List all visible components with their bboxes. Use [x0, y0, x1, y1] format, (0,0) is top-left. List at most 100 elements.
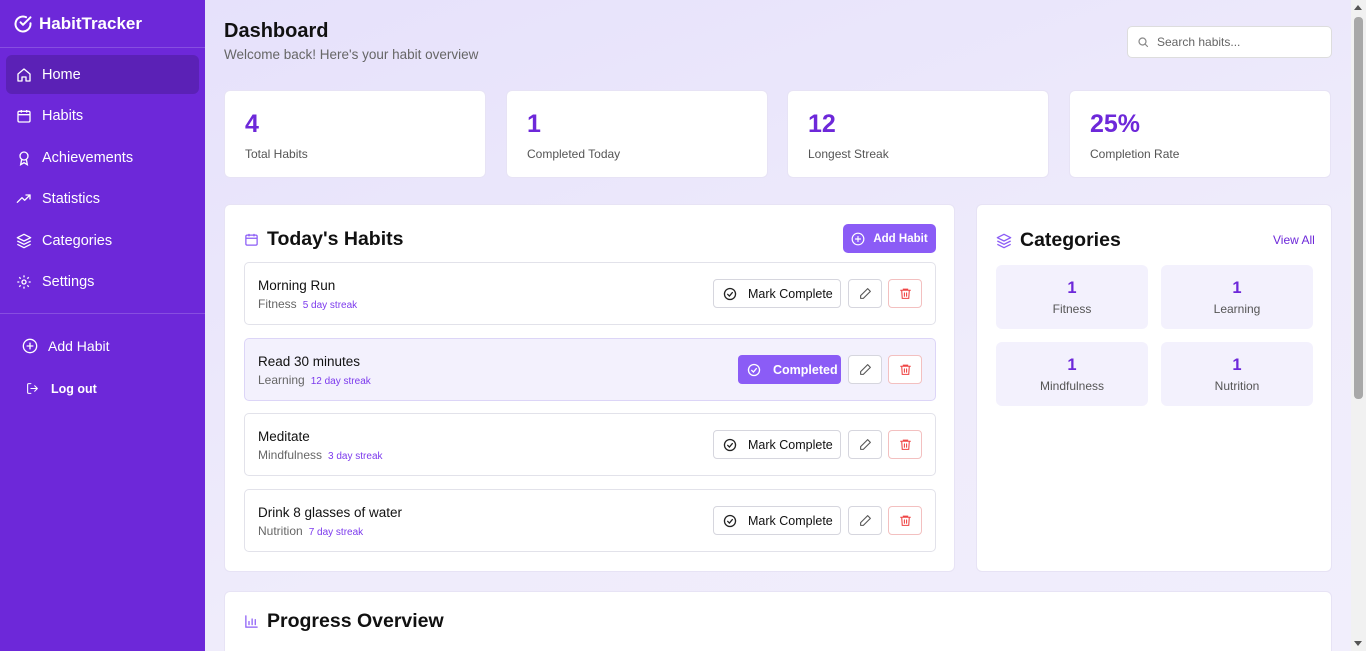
edit-button[interactable] — [848, 355, 882, 384]
stat-label: Completion Rate — [1090, 147, 1180, 161]
stat-value: 4 — [245, 110, 259, 138]
home-icon — [16, 67, 32, 83]
todays-habits-card: Today's Habits Add Habit Morning Run Fit… — [224, 204, 955, 572]
habit-category: Mindfulness — [258, 448, 323, 462]
page-scrollbar[interactable] — [1351, 0, 1366, 651]
brand[interactable]: HabitTracker — [0, 0, 205, 48]
habit-item-morning-run: Morning Run Fitness 5 day streak Mark Co… — [244, 262, 936, 325]
completed-button[interactable]: Completed — [738, 355, 841, 384]
todays-habits-title: Today's Habits — [244, 228, 403, 251]
page-subtitle: Welcome back! Here's your habit overview — [224, 47, 479, 62]
check-circle-icon — [14, 15, 32, 32]
category-name: Mindfulness — [1039, 379, 1105, 393]
sidebar-item-categories[interactable]: Categories — [6, 221, 199, 260]
mark-complete-label: Mark Complete — [748, 513, 833, 528]
calendar-icon — [16, 108, 32, 124]
sidebar-item-statistics[interactable]: Statistics — [6, 180, 199, 219]
gear-icon — [16, 274, 32, 290]
category-count: 1 — [1232, 356, 1242, 374]
categories-heading: Categories — [1020, 229, 1121, 251]
sidebar-item-label: Settings — [42, 274, 95, 291]
sidebar-add-habit-label: Add Habit — [48, 337, 110, 354]
edit-button[interactable] — [848, 430, 882, 459]
plus-circle-icon — [22, 338, 38, 354]
check-circle-icon — [723, 514, 737, 528]
search-icon — [1137, 36, 1149, 48]
check-circle-icon — [723, 287, 737, 301]
sidebar-item-habits[interactable]: Habits — [6, 97, 199, 136]
pencil-icon — [859, 287, 872, 300]
habit-streak: 12 day streak — [310, 376, 371, 387]
mark-complete-button[interactable]: Mark Complete — [713, 506, 841, 535]
category-tile-mindfulness[interactable]: 1 Mindfulness — [996, 342, 1148, 406]
sidebar-add-habit-button[interactable]: Add Habit — [22, 331, 205, 361]
stat-label: Completed Today — [527, 147, 621, 161]
trending-up-icon — [16, 191, 32, 207]
pencil-icon — [859, 514, 872, 527]
habit-streak: 3 day streak — [328, 451, 383, 462]
delete-button[interactable] — [888, 430, 922, 459]
trash-icon — [899, 363, 912, 376]
add-habit-button[interactable]: Add Habit — [843, 224, 936, 253]
sidebar-item-label: Achievements — [42, 149, 134, 166]
plus-circle-icon — [851, 232, 865, 246]
trash-icon — [899, 514, 912, 527]
scroll-down-arrow[interactable] — [1354, 641, 1362, 646]
habit-streak: 5 day streak — [302, 300, 358, 311]
edit-button[interactable] — [848, 279, 882, 308]
category-count: 1 — [1067, 279, 1077, 297]
category-name: Nutrition — [1214, 379, 1260, 393]
habit-name: Read 30 minutes — [258, 354, 361, 369]
trash-icon — [899, 287, 912, 300]
scroll-up-arrow[interactable] — [1354, 5, 1362, 10]
sidebar-item-settings[interactable]: Settings — [6, 263, 199, 302]
bar-chart-icon — [244, 614, 259, 629]
calendar-icon — [244, 232, 259, 247]
mark-complete-button[interactable]: Mark Complete — [713, 430, 841, 459]
stat-card-total-habits: 4 Total Habits — [224, 90, 486, 178]
habit-meta: Fitness 5 day streak — [258, 297, 357, 311]
sidebar-item-achievements[interactable]: Achievements — [6, 138, 199, 177]
mark-complete-button[interactable]: Mark Complete — [713, 279, 841, 308]
habit-name: Meditate — [258, 429, 310, 444]
page-title: Dashboard — [224, 20, 329, 42]
habit-item-drink-water: Drink 8 glasses of water Nutrition 7 day… — [244, 489, 936, 552]
category-tile-fitness[interactable]: 1 Fitness — [996, 265, 1148, 329]
sidebar-item-home[interactable]: Home — [6, 55, 199, 94]
add-habit-label: Add Habit — [873, 232, 928, 245]
stat-value: 12 — [808, 110, 836, 138]
view-all-link[interactable]: View All — [1273, 233, 1315, 247]
logout-button[interactable]: Log out — [26, 374, 205, 404]
pencil-icon — [859, 438, 872, 451]
category-name: Fitness — [1052, 302, 1092, 316]
stat-label: Total Habits — [245, 147, 308, 161]
categories-card: Categories View All 1 Fitness 1 Learning… — [976, 204, 1332, 572]
sidebar-item-label: Habits — [42, 108, 84, 125]
habit-category: Learning — [258, 373, 305, 387]
sidebar: HabitTracker Home Habits Achievements St… — [0, 0, 205, 651]
todays-habits-heading: Today's Habits — [267, 228, 404, 250]
habit-streak: 7 day streak — [308, 527, 364, 538]
category-tile-nutrition[interactable]: 1 Nutrition — [1161, 342, 1313, 406]
categories-title: Categories — [996, 229, 1121, 252]
check-circle-icon — [747, 363, 761, 377]
completed-label: Completed — [773, 362, 838, 377]
habit-category: Fitness — [258, 297, 297, 311]
delete-button[interactable] — [888, 506, 922, 535]
stat-value: 1 — [527, 110, 541, 138]
layers-icon — [16, 233, 32, 249]
delete-button[interactable] — [888, 279, 922, 308]
habit-meta: Nutrition 7 day streak — [258, 524, 363, 538]
category-tile-learning[interactable]: 1 Learning — [1161, 265, 1313, 329]
habit-category: Nutrition — [258, 524, 303, 538]
search-input[interactable] — [1157, 35, 1327, 49]
scroll-thumb[interactable] — [1354, 17, 1363, 399]
progress-overview-card: Progress Overview — [224, 591, 1332, 651]
habit-item-read-30-minutes: Read 30 minutes Learning 12 day streak C… — [244, 338, 936, 401]
sidebar-item-label: Categories — [42, 232, 113, 249]
edit-button[interactable] — [848, 506, 882, 535]
pencil-icon — [859, 363, 872, 376]
check-circle-icon — [723, 438, 737, 452]
delete-button[interactable] — [888, 355, 922, 384]
stat-card-longest-streak: 12 Longest Streak — [787, 90, 1049, 178]
